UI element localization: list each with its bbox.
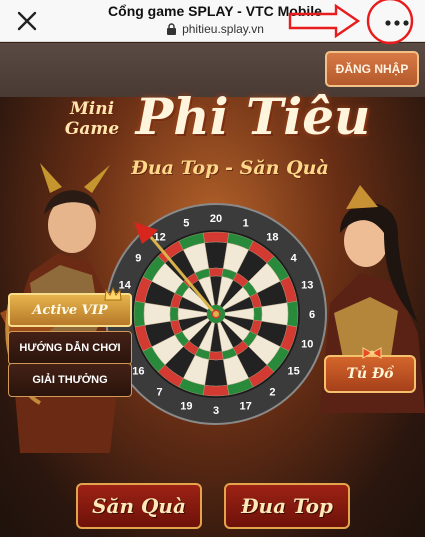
- crown-icon: [104, 287, 122, 301]
- double-ring-segment: [133, 300, 146, 328]
- prize-button[interactable]: GIẢI THƯỞNG: [8, 363, 132, 397]
- triple-ring-segment: [169, 306, 179, 322]
- game-title: Phi Tiêu: [135, 87, 371, 146]
- board-number: 13: [301, 279, 313, 291]
- board-number: 19: [180, 400, 192, 412]
- board-number: 1: [243, 218, 249, 230]
- board-number: 18: [266, 231, 278, 243]
- dart-tip: [213, 311, 219, 317]
- board-number: 16: [132, 365, 144, 377]
- game-label: Game: [64, 119, 120, 139]
- game-subtitle: Đua Top - Săn Quà: [131, 157, 329, 179]
- double-ring-segment: [286, 300, 299, 328]
- board-number: 6: [309, 309, 315, 321]
- page-title: Cổng game SPLAY - VTC Mobile: [108, 3, 322, 19]
- board-number: 10: [301, 339, 313, 351]
- board-number: 4: [291, 253, 298, 265]
- url-line: phitieu.splay.vn: [60, 22, 370, 36]
- inventory-button[interactable]: Tủ Đồ: [324, 347, 416, 393]
- more-dots-icon[interactable]: [377, 3, 417, 43]
- board-number: 5: [183, 218, 189, 230]
- address-area[interactable]: Cổng game SPLAY - VTC Mobile phitieu.spl…: [60, 3, 370, 36]
- board-number: 20: [210, 213, 222, 225]
- double-ring-segment: [202, 384, 230, 397]
- inventory-label: Tủ Đồ: [346, 366, 394, 382]
- dartboard[interactable]: 2011841361015217319716811149125: [105, 203, 327, 425]
- lock-icon: [167, 23, 177, 35]
- triple-ring-segment: [208, 267, 224, 277]
- hunt-gifts-button[interactable]: Săn Quà: [76, 483, 202, 529]
- board-number: 9: [135, 253, 141, 265]
- board-number: 7: [157, 387, 163, 399]
- browser-top-bar: Cổng game SPLAY - VTC Mobile phitieu.spl…: [0, 0, 425, 42]
- triple-ring-segment: [253, 306, 263, 322]
- close-icon[interactable]: [12, 6, 42, 36]
- active-vip-label: Active VIP: [32, 302, 108, 318]
- race-top-button[interactable]: Đua Top: [224, 483, 350, 529]
- board-number: 15: [288, 365, 300, 377]
- mini-label: Mini: [69, 99, 115, 119]
- url-text: phitieu.splay.vn: [182, 22, 264, 36]
- mini-game-label: Mini Game: [58, 99, 126, 139]
- triple-ring-segment: [208, 351, 224, 361]
- board-number: 2: [269, 387, 275, 399]
- board-number: 3: [213, 405, 219, 417]
- double-ring-segment: [202, 231, 230, 244]
- guide-button[interactable]: HƯỚNG DẪN CHƠI: [8, 331, 132, 365]
- active-vip-button[interactable]: Active VIP: [8, 287, 132, 327]
- login-button[interactable]: ĐĂNG NHẬP: [325, 51, 419, 87]
- ribbon-bow-icon: [362, 347, 382, 359]
- game-page: ĐĂNG NHẬP Mini Game Phi Tiêu Đua Top - S…: [0, 43, 425, 537]
- board-number: 17: [240, 400, 252, 412]
